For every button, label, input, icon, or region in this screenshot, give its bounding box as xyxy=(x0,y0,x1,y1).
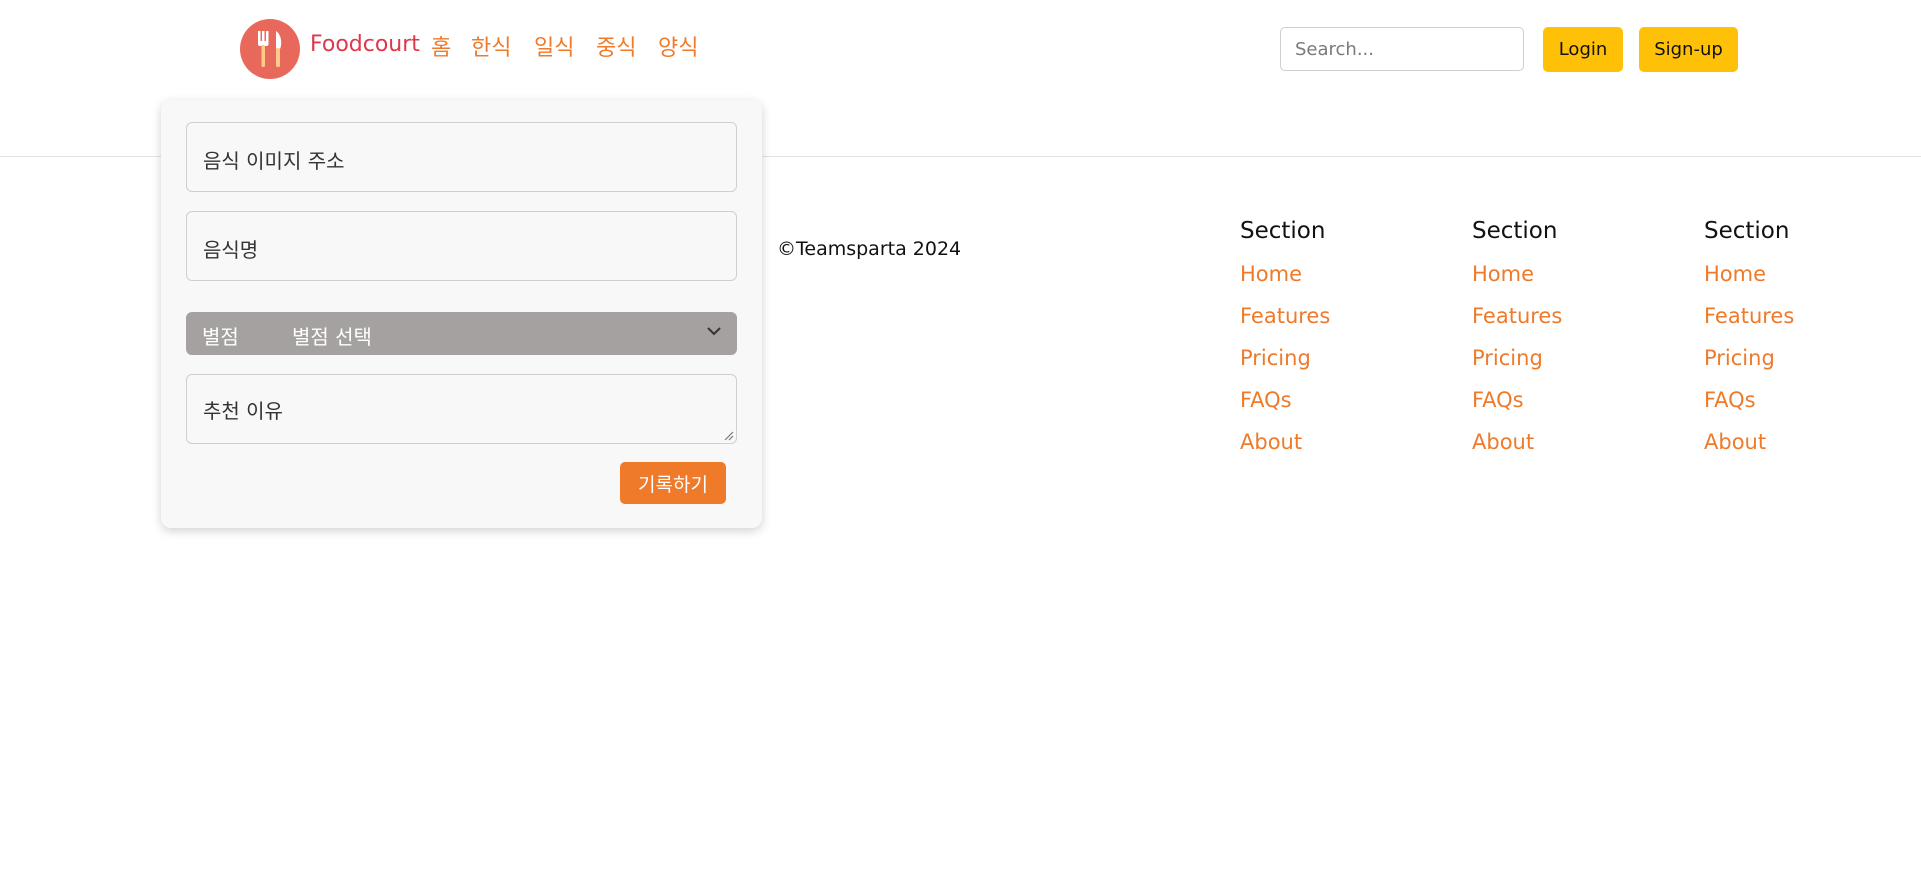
nav-item-home[interactable]: 홈 xyxy=(431,30,451,62)
footer-link-home[interactable]: Home xyxy=(1472,253,1562,295)
image-url-label: 음식 이미지 주소 xyxy=(203,149,345,173)
reason-label: 추천 이유 xyxy=(203,399,283,423)
copyright: ©Teamsparta 2024 xyxy=(777,238,962,260)
footer-link-home[interactable]: Home xyxy=(1704,253,1794,295)
rating-select[interactable]: 별점 별점 선택 xyxy=(186,312,737,355)
footer-link-pricing[interactable]: Pricing xyxy=(1240,337,1330,379)
footer-link-features[interactable]: Features xyxy=(1472,295,1562,337)
image-url-field[interactable]: 음식 이미지 주소 xyxy=(186,122,737,192)
footer-section-heading: Section xyxy=(1704,218,1790,244)
footer-link-pricing[interactable]: Pricing xyxy=(1704,337,1794,379)
footer-link-features[interactable]: Features xyxy=(1704,295,1794,337)
rating-value: 별점 선택 xyxy=(292,325,372,349)
footer-link-about[interactable]: About xyxy=(1472,421,1562,463)
footer-link-pricing[interactable]: Pricing xyxy=(1472,337,1562,379)
footer-section-heading: Section xyxy=(1240,218,1326,244)
footer-link-home[interactable]: Home xyxy=(1240,253,1330,295)
nav-item-western[interactable]: 양식 xyxy=(658,30,698,62)
fork-knife-icon xyxy=(258,31,282,67)
footer-link-about[interactable]: About xyxy=(1240,421,1330,463)
search-input[interactable] xyxy=(1280,27,1524,71)
footer-link-faqs[interactable]: FAQs xyxy=(1704,379,1794,421)
food-name-field[interactable]: 음식명 xyxy=(186,211,737,281)
nav-item-korean[interactable]: 한식 xyxy=(471,30,511,62)
rating-label: 별점 xyxy=(202,325,239,349)
nav-item-japanese[interactable]: 일식 xyxy=(534,30,574,62)
nav-item-chinese[interactable]: 중식 xyxy=(596,30,636,62)
food-record-card: 음식 이미지 주소 음식명 별점 별점 선택 추천 이유 기록하기 xyxy=(161,100,762,528)
food-name-label: 음식명 xyxy=(203,238,259,262)
chevron-down-icon xyxy=(707,327,721,336)
footer-link-features[interactable]: Features xyxy=(1240,295,1330,337)
brand-name[interactable]: Foodcourt xyxy=(310,32,420,57)
submit-button[interactable]: 기록하기 xyxy=(620,462,726,504)
footer-section-1: Section Home Features Pricing FAQs About xyxy=(1240,217,1330,463)
footer-link-about[interactable]: About xyxy=(1704,421,1794,463)
footer-link-faqs[interactable]: FAQs xyxy=(1472,379,1562,421)
reason-textarea[interactable]: 추천 이유 xyxy=(186,374,737,444)
resize-handle-icon[interactable] xyxy=(724,431,734,441)
login-button[interactable]: Login xyxy=(1543,27,1623,72)
footer-section-heading: Section xyxy=(1472,218,1558,244)
logo[interactable] xyxy=(240,19,300,79)
signup-button[interactable]: Sign-up xyxy=(1639,27,1738,72)
footer-link-faqs[interactable]: FAQs xyxy=(1240,379,1330,421)
footer-section-3: Section Home Features Pricing FAQs About xyxy=(1704,217,1794,463)
footer-section-2: Section Home Features Pricing FAQs About xyxy=(1472,217,1562,463)
